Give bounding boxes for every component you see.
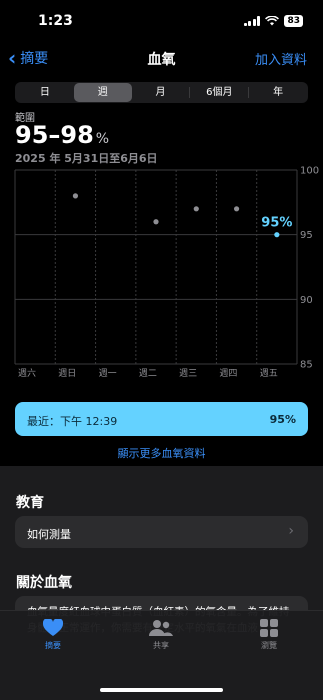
time-range-selector: 日 週 月 6個月 年 — [15, 82, 308, 103]
how-to-measure-row[interactable]: 如何測量 › — [15, 516, 308, 548]
y-tick-label: 100 — [300, 166, 319, 177]
range-value: 95–98% — [15, 121, 109, 149]
x-tick-label: 週一 — [99, 368, 117, 379]
latest-reading-label: 最近：下午 12:39 — [27, 415, 118, 428]
wifi-icon — [265, 16, 280, 26]
highlight-value-label: 95% — [261, 216, 292, 231]
x-tick-label: 週四 — [219, 368, 237, 379]
x-tick-label: 週五 — [260, 368, 278, 379]
home-indicator — [100, 688, 223, 692]
data-point — [72, 193, 79, 199]
chevron-right-icon: › — [288, 523, 294, 539]
blood-oxygen-chart[interactable]: 85 90 95 100 週六 週日 週一 週二 週三 週四 週五 95% — [0, 162, 323, 384]
education-title: 教育 — [16, 495, 44, 511]
data-point — [193, 206, 199, 212]
range-unit: % — [95, 131, 110, 147]
tab-browse-label: 瀏覽 — [261, 641, 277, 650]
segment-year[interactable]: 年 — [249, 83, 307, 102]
latest-reading-card[interactable]: 最近：下午 12:39 95% — [15, 402, 308, 436]
status-time: 1:23 — [38, 13, 73, 29]
battery-indicator: 83 — [284, 15, 303, 27]
cellular-signal-icon — [243, 16, 261, 26]
tab-sharing-label: 共享 — [153, 641, 169, 650]
how-to-measure-label: 如何測量 — [27, 528, 71, 541]
status-bar: 1:23 83 — [0, 0, 323, 44]
people-icon — [149, 620, 173, 636]
data-point — [233, 206, 240, 212]
grid-icon — [260, 619, 278, 637]
tab-summary-label: 摘要 — [45, 641, 61, 650]
tab-browse[interactable]: 瀏覽 — [239, 619, 299, 651]
x-tick-label: 週二 — [139, 368, 157, 379]
show-more-link[interactable]: 顯示更多血氧資料 — [0, 445, 323, 461]
tab-bar: 摘要 共享 瀏覽 — [0, 610, 323, 700]
y-tick-label: 90 — [300, 295, 313, 306]
latest-reading-value: 95% — [269, 413, 296, 426]
status-icons: 83 — [243, 15, 303, 27]
segment-week[interactable]: 週 — [73, 83, 132, 102]
add-data-button[interactable]: 加入資料 — [255, 49, 307, 68]
x-tick-label: 週三 — [179, 368, 197, 379]
data-point — [153, 219, 159, 225]
tab-sharing[interactable]: 共享 — [131, 619, 191, 651]
navigation-bar: ‹ 摘要 血氧 加入資料 — [0, 44, 323, 74]
tab-summary[interactable]: 摘要 — [23, 619, 83, 651]
about-title: 關於血氧 — [16, 575, 72, 591]
y-tick-label: 95 — [300, 230, 313, 241]
x-tick-label: 週六 — [18, 367, 36, 379]
y-tick-label: 85 — [300, 360, 313, 371]
heart-icon — [43, 619, 63, 636]
segment-month[interactable]: 月 — [132, 83, 190, 102]
data-point-highlighted — [274, 232, 280, 238]
segment-day[interactable]: 日 — [16, 83, 74, 102]
range-number: 95–98 — [15, 121, 94, 149]
x-tick-label: 週日 — [58, 368, 76, 379]
segment-6-months[interactable]: 6個月 — [190, 83, 248, 102]
